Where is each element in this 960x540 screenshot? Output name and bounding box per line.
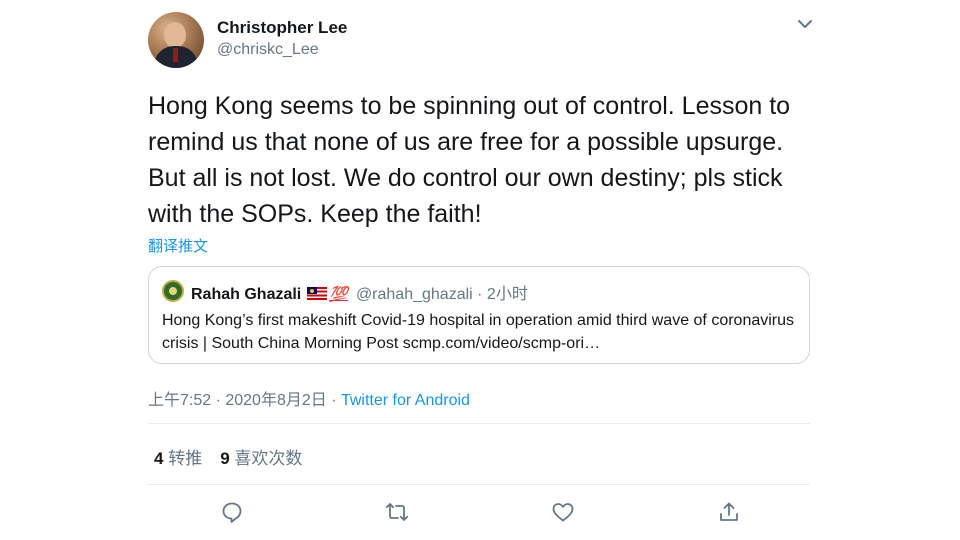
tweet-timestamp[interactable]: 上午7:52 · 2020年8月2日 · (148, 392, 341, 409)
retweets-stat[interactable]: 4 转推 (154, 449, 202, 468)
malaysia-flag-icon (307, 287, 328, 300)
tweet-source-link[interactable]: Twitter for Android (341, 392, 470, 409)
tweet-text: Hong Kong seems to be spinning out of co… (148, 92, 791, 228)
reply-button[interactable] (218, 498, 246, 526)
share-icon (720, 502, 738, 521)
translate-tweet-link[interactable]: 翻译推文 (148, 235, 208, 256)
likes-stat[interactable]: 9 喜欢次数 (220, 449, 302, 468)
avatar[interactable] (148, 12, 204, 68)
likes-label: 喜欢次数 (234, 449, 303, 468)
reply-icon (222, 502, 242, 523)
quoted-handle-time: @rahah_ghazali · 2小时 (355, 286, 528, 303)
tweet-stats: 4 转推 9 喜欢次数 (154, 444, 320, 469)
avatar-tie (173, 48, 178, 62)
quoted-text: Hong Kong’s first makeshift Covid-19 hos… (162, 312, 795, 352)
quoted-tweet[interactable]: Rahah Ghazali 💯 @rahah_ghazali · 2小时 Hong … (148, 266, 810, 364)
author-handle[interactable]: @chriskc_Lee (217, 41, 319, 59)
retweets-count: 4 (154, 449, 164, 468)
more-options-button[interactable] (795, 14, 815, 34)
author-display-name[interactable]: Christopher Lee (217, 18, 347, 38)
quoted-name-emoji: 💯 (307, 286, 348, 303)
tweet-metadata: 上午7:52 · 2020年8月2日 · Twitter for Android (148, 386, 470, 410)
hundred-points-icon: 💯 (329, 286, 348, 303)
tweet-detail: Christopher Lee @chriskc_Lee Hong Kong s… (0, 0, 960, 540)
share-button[interactable] (715, 498, 743, 526)
quoted-avatar[interactable] (162, 280, 184, 302)
like-button[interactable] (549, 498, 577, 526)
retweet-icon (385, 503, 409, 521)
divider (148, 423, 810, 424)
heart-icon (552, 503, 574, 522)
divider (148, 484, 810, 485)
avatar-face (164, 22, 186, 48)
quoted-display-name[interactable]: Rahah Ghazali (191, 286, 301, 303)
retweet-button[interactable] (383, 498, 411, 526)
likes-count: 9 (220, 449, 230, 468)
quoted-header: Rahah Ghazali 💯 @rahah_ghazali · 2小时 (191, 280, 528, 304)
retweets-label: 转推 (168, 449, 203, 468)
chevron-down-icon (798, 20, 812, 28)
